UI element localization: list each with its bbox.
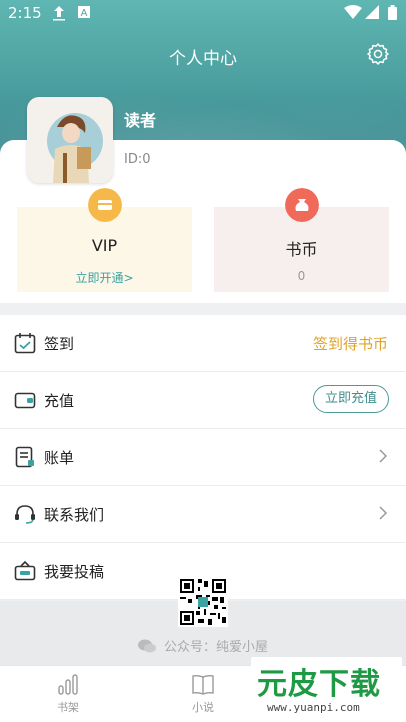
menu-item-recharge[interactable]: 充值 立即充值 <box>0 372 406 429</box>
menu-label-contact: 联系我们 <box>44 506 105 524</box>
status-bar: 2:15 A <box>0 0 406 28</box>
wechat-icon <box>137 639 156 653</box>
menu-label-checkin: 签到 <box>44 335 75 353</box>
qr-code <box>178 577 228 627</box>
money-bag-icon <box>284 188 319 222</box>
status-time: 2:15 <box>8 4 42 22</box>
calendar-icon <box>14 333 36 354</box>
battery-icon <box>388 5 397 20</box>
wechat-account-text: 公众号：纯爱小屋 <box>163 640 268 655</box>
headset-icon <box>15 505 35 524</box>
svg-text:A: A <box>81 8 88 19</box>
coin-label: 书币 <box>285 240 318 259</box>
menu-item-contact[interactable]: 联系我们 <box>0 486 406 543</box>
tab-novel[interactable]: 小说 <box>173 672 233 715</box>
chevron-right-icon <box>379 449 388 463</box>
vip-activate-link[interactable]: 立即开通> <box>17 269 192 286</box>
bill-icon <box>15 446 34 468</box>
menu-item-bill[interactable]: 账单 <box>0 429 406 486</box>
vip-card-icon <box>87 188 122 222</box>
coin-value: 0 <box>297 269 306 283</box>
chevron-right-icon <box>379 506 388 520</box>
menu-item-checkin[interactable]: 签到 签到得书币 <box>0 315 406 372</box>
menu-list: 签到 签到得书币 充值 立即充值 账单 联系我们 我要投稿 <box>0 315 406 600</box>
gear-icon[interactable] <box>366 42 390 66</box>
upload-arrow-icon <box>53 6 65 21</box>
bars-icon <box>58 674 78 695</box>
menu-label-bill: 账单 <box>44 449 75 467</box>
watermark-url: www.yuanpi.com <box>267 701 360 714</box>
watermark-text: 元皮下载 <box>257 667 381 702</box>
user-id: ID:0 <box>124 152 151 167</box>
font-a-icon: A <box>78 6 90 19</box>
vip-tile[interactable]: VIP 立即开通> <box>17 188 192 292</box>
user-name: 读者 <box>124 111 157 130</box>
book-icon <box>192 674 214 695</box>
tab-label-bookshelf: 书架 <box>57 701 79 714</box>
menu-label-submit: 我要投稿 <box>44 563 105 581</box>
tab-bookshelf[interactable]: 书架 <box>38 672 98 715</box>
page-title: 个人中心 <box>169 49 237 69</box>
wallet-icon <box>14 392 36 409</box>
menu-label-recharge: 充值 <box>44 392 75 410</box>
wifi-icon <box>344 5 362 19</box>
coin-tile[interactable]: 书币 0 <box>214 188 389 292</box>
watermark-logo: 元皮下载 www.yuanpi.com <box>251 657 402 719</box>
signal-icon <box>365 5 379 19</box>
tab-label-novel: 小说 <box>192 701 214 714</box>
submit-icon <box>14 560 36 581</box>
wechat-account-line: 公众号：纯爱小屋 <box>0 636 406 655</box>
avatar[interactable] <box>27 97 113 183</box>
checkin-reward-text[interactable]: 签到得书币 <box>313 333 388 354</box>
recharge-now-button[interactable]: 立即充值 <box>312 385 389 413</box>
vip-label: VIP <box>91 236 118 255</box>
